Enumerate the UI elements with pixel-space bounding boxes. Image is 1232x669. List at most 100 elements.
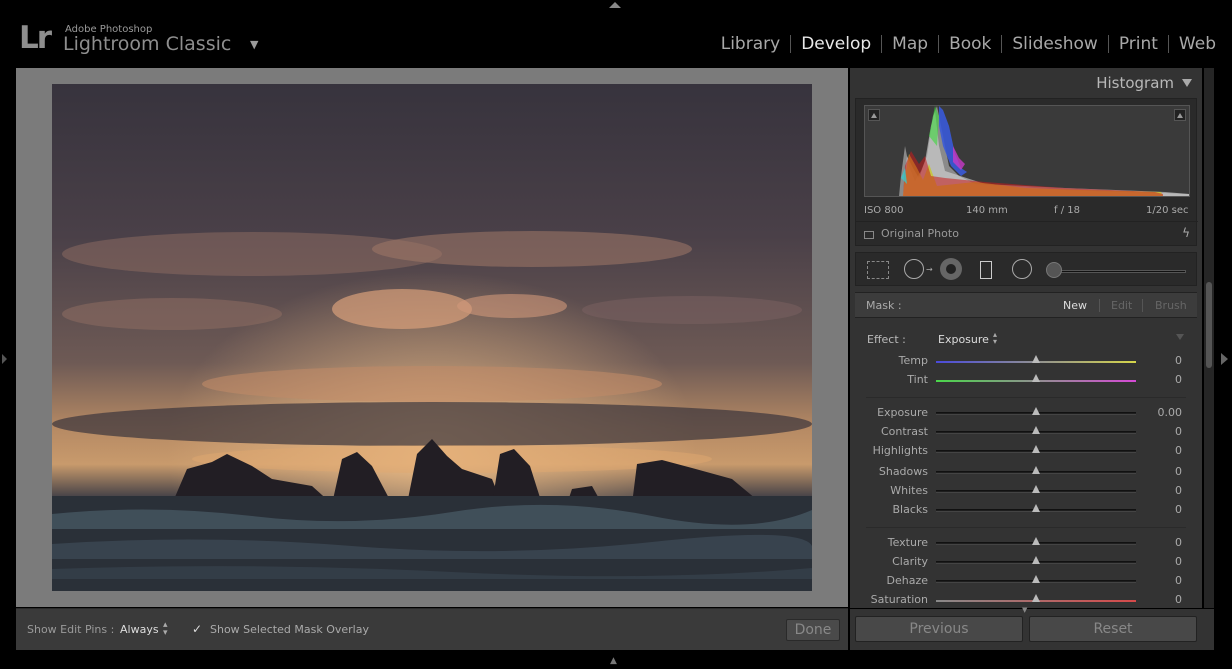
slider-thumb-saturation[interactable]	[1032, 594, 1040, 602]
slider-label-highlights: Highlights	[872, 444, 928, 457]
edit-pins-select[interactable]: Always	[120, 623, 159, 636]
slider-thumb-highlights[interactable]	[1032, 445, 1040, 453]
spot-removal-icon[interactable]	[904, 259, 924, 279]
slider-label-contrast: Contrast	[880, 425, 928, 438]
slider-value-whites[interactable]: 0	[1175, 484, 1182, 497]
slider-label-clarity: Clarity	[892, 555, 928, 568]
mask-separator	[1099, 299, 1100, 312]
slider-thumb-exposure[interactable]	[1032, 407, 1040, 415]
lr-logo: Lr	[19, 20, 52, 56]
graduated-filter-icon[interactable]	[980, 261, 992, 279]
slider-label-blacks: Blacks	[892, 503, 929, 516]
mask-row: Mask : New Edit Brush	[855, 292, 1197, 318]
done-button[interactable]: Done	[786, 619, 840, 641]
original-photo-checkbox[interactable]	[864, 231, 874, 239]
image-canvas[interactable]	[16, 68, 848, 607]
slider-thumb-texture[interactable]	[1032, 537, 1040, 545]
left-panel-toggle-icon[interactable]	[2, 354, 7, 364]
photo-image	[52, 84, 812, 591]
slider-value-clarity[interactable]: 0	[1175, 555, 1182, 568]
shadow-clipping-icon[interactable]	[868, 109, 880, 121]
slider-label-whites: Whites	[890, 484, 928, 497]
histogram-title: Histogram	[1096, 74, 1174, 92]
smart-preview-bolt-icon[interactable]: ϟ	[1182, 226, 1190, 240]
slider-label-tint: Tint	[907, 373, 928, 386]
exif-shutter: 1/20 sec	[1146, 205, 1189, 216]
slider-row-tint: Tint 0	[850, 373, 1202, 392]
highlight-clipping-icon[interactable]	[1174, 109, 1186, 121]
reset-button[interactable]: Reset	[1029, 616, 1197, 642]
adjustment-brush-track[interactable]	[1056, 270, 1186, 273]
module-map[interactable]: Map	[882, 34, 938, 54]
slider-value-contrast[interactable]: 0	[1175, 425, 1182, 438]
slider-thumb-clarity[interactable]	[1032, 556, 1040, 564]
effect-select-arrows-icon[interactable]: ▴ ▾	[993, 331, 997, 346]
slider-row-whites: Whites 0	[850, 484, 1202, 503]
exif-iso: ISO 800	[864, 205, 904, 216]
slider-value-highlights[interactable]: 0	[1175, 444, 1182, 457]
spot-arrow-icon: →	[926, 265, 933, 274]
slider-value-texture[interactable]: 0	[1175, 536, 1182, 549]
slider-row-blacks: Blacks 0	[850, 503, 1202, 522]
slider-group-divider	[866, 397, 1186, 398]
effect-select[interactable]: Exposure	[938, 333, 989, 346]
slider-label-temp: Temp	[898, 354, 928, 367]
slider-thumb-whites[interactable]	[1032, 485, 1040, 493]
slider-label-exposure: Exposure	[877, 406, 928, 419]
module-develop[interactable]: Develop	[791, 34, 881, 54]
slider-value-tint[interactable]: 0	[1175, 373, 1182, 386]
slider-label-shadows: Shadows	[878, 465, 928, 478]
mask-edit-button[interactable]: Edit	[1111, 299, 1132, 312]
identity-plate-menu-icon[interactable]: ▼	[250, 38, 258, 51]
module-slideshow[interactable]: Slideshow	[1002, 34, 1107, 54]
histogram-graph[interactable]	[864, 105, 1190, 197]
bottom-panel-toggle-icon[interactable]: ▲	[610, 656, 617, 666]
histogram-collapse-icon[interactable]	[1182, 79, 1192, 87]
slider-row-clarity: Clarity 0	[850, 555, 1202, 574]
slider-value-temp[interactable]: 0	[1175, 354, 1182, 367]
module-web[interactable]: Web	[1169, 34, 1232, 54]
histogram-header[interactable]: Histogram	[850, 68, 1202, 96]
exif-aperture: f / 18	[1054, 205, 1080, 216]
develop-toolbar: Show Edit Pins : Always ▴ ▾ ✓ Show Select…	[16, 608, 848, 650]
photo-preview[interactable]	[52, 84, 812, 591]
original-photo-row: Original Photo ϟ	[856, 221, 1198, 245]
module-library[interactable]: Library	[711, 34, 790, 54]
crop-tool-icon[interactable]	[867, 261, 889, 279]
slider-row-shadows: Shadows 0	[850, 465, 1202, 484]
slider-value-dehaze[interactable]: 0	[1175, 574, 1182, 587]
mask-new-button[interactable]: New	[1063, 299, 1087, 312]
radial-filter-icon[interactable]	[1012, 259, 1032, 279]
slider-row-dehaze: Dehaze 0	[850, 574, 1202, 593]
slider-thumb-dehaze[interactable]	[1032, 575, 1040, 583]
slider-thumb-contrast[interactable]	[1032, 426, 1040, 434]
slider-group-divider	[866, 527, 1186, 528]
slider-thumb-shadows[interactable]	[1032, 466, 1040, 474]
slider-value-saturation[interactable]: 0	[1175, 593, 1182, 606]
top-panel-toggle-icon[interactable]	[609, 2, 621, 8]
previous-button[interactable]: Previous	[855, 616, 1023, 642]
adjustment-brush-icon[interactable]	[1046, 262, 1062, 278]
slider-thumb-blacks[interactable]	[1032, 504, 1040, 512]
slider-row-temp: Temp 0	[850, 354, 1202, 373]
mask-brush-button[interactable]: Brush	[1155, 299, 1187, 312]
slider-label-dehaze: Dehaze	[886, 574, 929, 587]
effect-collapse-icon[interactable]	[1176, 334, 1184, 340]
panel-scrollbar[interactable]	[1204, 68, 1214, 608]
right-panel-toggle-icon[interactable]	[1221, 353, 1228, 365]
select-arrows-icon[interactable]: ▴ ▾	[163, 621, 168, 638]
module-book[interactable]: Book	[939, 34, 1001, 54]
slider-thumb-tint[interactable]	[1032, 374, 1040, 382]
slider-row-highlights: Highlights 0	[850, 444, 1202, 463]
right-panel: Histogram ISO 800 140 mm f / 18 1/20 sec…	[850, 68, 1202, 608]
overlay-checkbox[interactable]: ✓	[192, 623, 204, 635]
slider-value-blacks[interactable]: 0	[1175, 503, 1182, 516]
slider-value-shadows[interactable]: 0	[1175, 465, 1182, 478]
module-print[interactable]: Print	[1109, 34, 1168, 54]
overlay-checkbox-label[interactable]: Show Selected Mask Overlay	[210, 623, 369, 636]
panel-scrollbar-thumb[interactable]	[1206, 282, 1212, 368]
edit-pins-label: Show Edit Pins :	[27, 623, 115, 636]
slider-thumb-temp[interactable]	[1032, 355, 1040, 363]
slider-value-exposure[interactable]: 0.00	[1158, 406, 1183, 419]
red-eye-icon[interactable]	[940, 258, 962, 280]
